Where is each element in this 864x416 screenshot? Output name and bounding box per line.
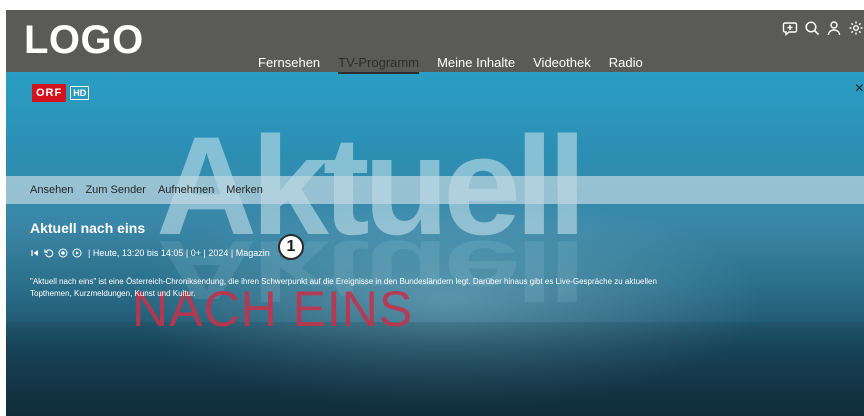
nav-videothek[interactable]: Videothek: [533, 55, 591, 74]
nav-radio[interactable]: Radio: [609, 55, 643, 74]
chat-add-icon[interactable]: [782, 20, 798, 36]
program-title: Aktuell nach eins: [30, 220, 146, 236]
program-meta: | Heute, 13:20 bis 14:05 | 0+ | 2024 | M…: [30, 248, 670, 258]
skip-back-icon[interactable]: [30, 248, 40, 258]
app-frame: LOGO Fernsehen TV-Programm Meine Inhalte…: [0, 0, 864, 416]
nav-fernsehen[interactable]: Fernsehen: [258, 55, 320, 74]
gear-icon[interactable]: [848, 20, 864, 36]
program-description: "Aktuell nach eins" ist eine Österreich-…: [30, 277, 657, 298]
left-edge: [0, 0, 6, 416]
play-icon[interactable]: [72, 248, 82, 258]
nav-meine-inhalte[interactable]: Meine Inhalte: [437, 55, 515, 74]
header-icons: [782, 20, 864, 36]
restart-icon[interactable]: [44, 248, 54, 258]
header-bar: LOGO Fernsehen TV-Programm Meine Inhalte…: [6, 10, 864, 74]
watch-button[interactable]: Ansehen: [30, 184, 73, 196]
program-details: Aktuell nach eins | Heute, 13:20 bis 14:…: [30, 220, 670, 300]
hd-badge: HD: [70, 86, 90, 100]
nav-tv-programm[interactable]: TV-Programm: [338, 55, 420, 74]
action-bar: Ansehen Zum Sender Aufnehmen Merken: [6, 176, 864, 204]
record-button[interactable]: Aufnehmen: [158, 184, 214, 196]
main-nav: Fernsehen TV-Programm Meine Inhalte Vide…: [258, 55, 643, 74]
top-strip: [0, 0, 864, 10]
channel-logo: ORF HD: [32, 84, 90, 102]
go-to-channel-button[interactable]: Zum Sender: [85, 184, 146, 196]
search-icon[interactable]: [804, 20, 820, 36]
record-icon[interactable]: [58, 248, 68, 258]
orf-logo: ORF: [32, 84, 67, 102]
hero-banner: Aktuell Aktuell NACH EINS ORF HD × Anseh…: [6, 72, 864, 416]
logo[interactable]: LOGO: [24, 18, 144, 63]
program-meta-text: | Heute, 13:20 bis 14:05 | 0+ | 2024 | M…: [88, 248, 270, 258]
annotation-badge: 1: [278, 234, 304, 260]
close-icon[interactable]: ×: [855, 80, 864, 98]
user-icon[interactable]: [826, 20, 842, 36]
bookmark-button[interactable]: Merken: [226, 184, 263, 196]
